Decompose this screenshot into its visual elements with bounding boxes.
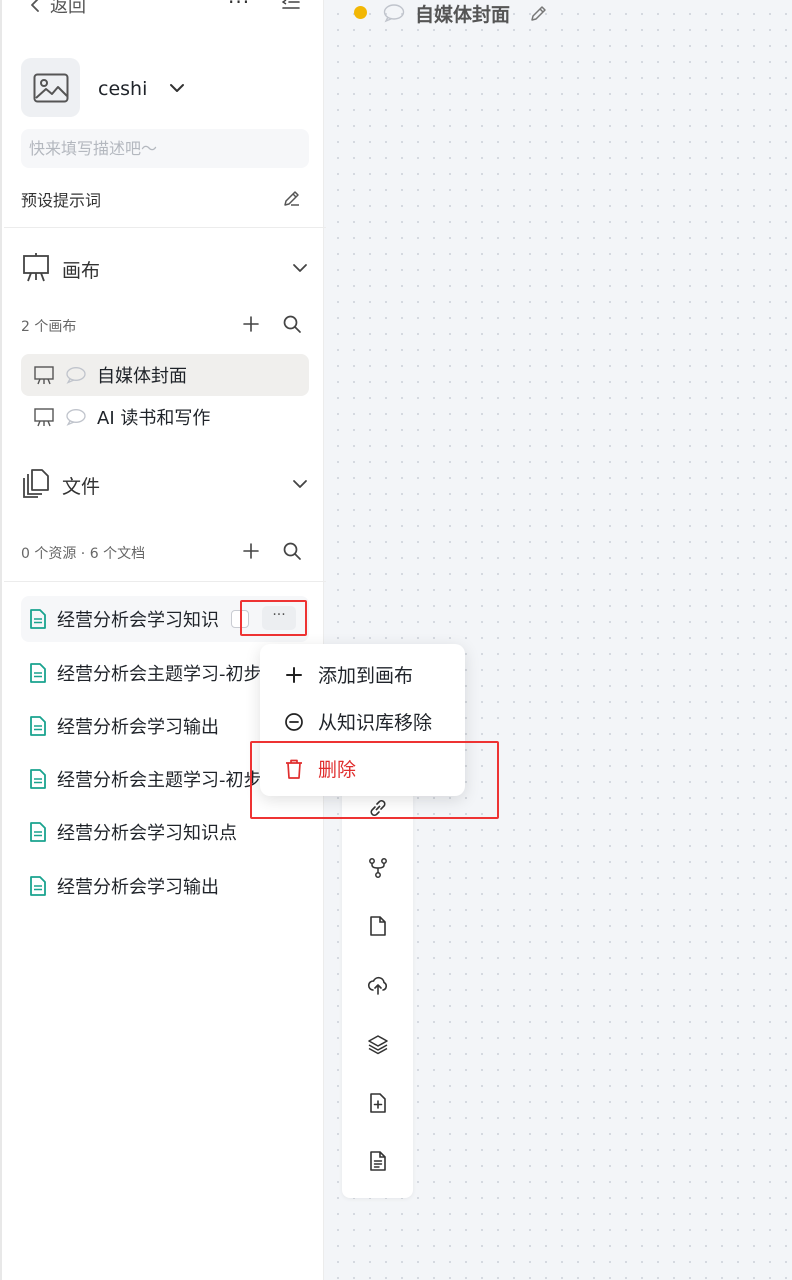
- chat-bubble-icon: [65, 366, 87, 384]
- document-icon: [29, 768, 47, 790]
- files-section-title[interactable]: 文件: [62, 472, 100, 499]
- delete-highlight-box: [250, 741, 499, 819]
- remove-from-knowledge-base-menu-item[interactable]: 从知识库移除: [284, 708, 432, 735]
- edit-prompt-icon[interactable]: [282, 188, 302, 208]
- plus-icon: [284, 665, 304, 685]
- divider: [4, 581, 326, 582]
- files-icon: [22, 468, 50, 498]
- minus-circle-icon: [284, 712, 304, 732]
- chevron-left-icon: [30, 0, 40, 13]
- workspace-name[interactable]: ceshi: [98, 78, 147, 100]
- status-dot: [354, 6, 367, 19]
- description-input[interactable]: [21, 129, 309, 168]
- chevron-down-icon[interactable]: [291, 261, 309, 275]
- file-item[interactable]: 经营分析会学习输出: [21, 863, 309, 909]
- chat-bubble-icon: [65, 408, 87, 426]
- new-doc-icon[interactable]: [366, 1091, 390, 1115]
- document-icon: [29, 875, 47, 897]
- canvas-item-label: AI 读书和写作: [97, 408, 211, 429]
- canvas-item-label: 自媒体封面: [97, 366, 187, 387]
- canvas-section-title[interactable]: 画布: [62, 256, 100, 283]
- document-icon: [29, 662, 47, 684]
- file-item-label: 经营分析会学习知识: [57, 610, 219, 631]
- canvas-count: 2 个画布: [21, 319, 77, 335]
- add-file-icon[interactable]: [242, 542, 260, 560]
- image-icon: [33, 73, 69, 103]
- canvas-item[interactable]: 自媒体封面: [21, 354, 309, 396]
- menu-item-label: 添加到画布: [318, 665, 414, 687]
- file-item-label: 经营分析会学习输出: [57, 877, 219, 898]
- search-icon[interactable]: [282, 314, 302, 334]
- more-button-highlight: [240, 600, 307, 636]
- chat-bubble-icon: [383, 3, 405, 23]
- canvas-toolbar: [342, 780, 413, 1198]
- document-icon: [29, 608, 47, 630]
- add-to-canvas-menu-item[interactable]: 添加到画布: [284, 661, 413, 688]
- canvas-item[interactable]: AI 读书和写作: [21, 396, 309, 438]
- file-item-label: 经营分析会学习输出: [57, 717, 219, 738]
- preset-prompt-label: 预设提示词: [21, 191, 102, 210]
- back-label: 返回: [50, 0, 86, 17]
- add-canvas-icon[interactable]: [242, 315, 260, 333]
- canvas-title: 自媒体封面: [415, 4, 511, 26]
- divider: [4, 227, 326, 228]
- search-icon[interactable]: [282, 541, 302, 561]
- file-item-label: 经营分析会学习知识点: [57, 823, 237, 844]
- sidebar: 返回 ··· ceshi 预设提示词 画布 2 个画布 自媒体封面: [0, 0, 326, 1280]
- document-icon: [29, 715, 47, 737]
- file-item-label: 经营分析会主题学习-初步: [57, 664, 262, 685]
- easel-icon: [22, 253, 50, 283]
- cloud-upload-icon[interactable]: [366, 973, 390, 997]
- document-icon: [29, 821, 47, 843]
- back-button[interactable]: 返回: [30, 0, 86, 18]
- more-options-icon[interactable]: ···: [228, 0, 250, 14]
- edit-title-icon[interactable]: [529, 3, 549, 23]
- text-doc-icon[interactable]: [366, 1149, 390, 1173]
- workspace-avatar[interactable]: [21, 58, 80, 117]
- chevron-down-icon[interactable]: [168, 81, 186, 95]
- blank-doc-icon[interactable]: [366, 914, 390, 938]
- menu-item-label: 从知识库移除: [318, 712, 433, 734]
- easel-icon: [33, 364, 55, 386]
- files-count: 0 个资源 · 6 个文档: [21, 546, 146, 562]
- file-item-label: 经营分析会主题学习-初步: [57, 770, 262, 791]
- easel-icon: [33, 406, 55, 428]
- chevron-down-icon[interactable]: [291, 477, 309, 491]
- branch-icon[interactable]: [366, 856, 390, 880]
- layers-icon[interactable]: [366, 1032, 390, 1056]
- collapse-sidebar-icon[interactable]: [281, 0, 301, 10]
